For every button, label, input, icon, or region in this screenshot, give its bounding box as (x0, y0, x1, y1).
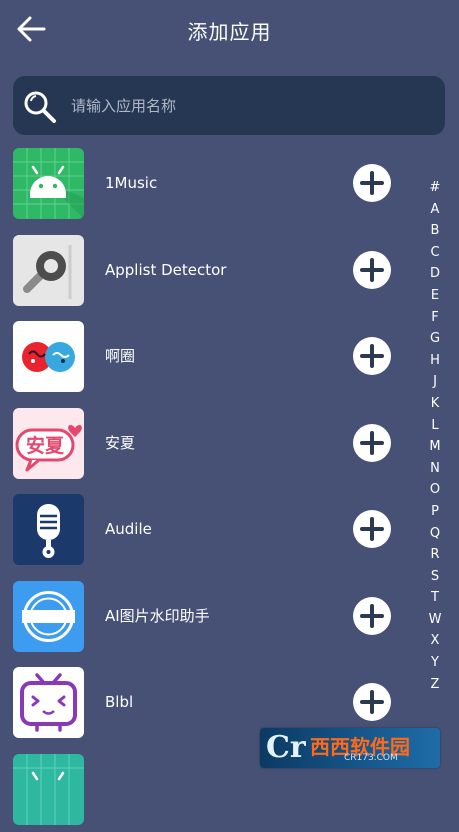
plus-icon (353, 337, 391, 375)
alphabet-index-letter[interactable]: Q (424, 523, 446, 545)
alphabet-index-letter[interactable]: Y (424, 652, 446, 674)
watermark-logo: Cr (266, 730, 306, 765)
app-name: 1Music (105, 140, 157, 226)
site-watermark-logo: Cr 西西软件园 CR173.COM (260, 728, 440, 768)
alphabet-index-letter[interactable]: J (424, 371, 446, 393)
list-item: Applist Detector (0, 227, 420, 314)
watermark-sub: CR173.COM (344, 753, 398, 763)
app-name: 安夏 (105, 400, 135, 486)
plus-icon (353, 251, 391, 289)
list-item: 1Music (0, 140, 420, 227)
alphabet-index[interactable]: #ABCDEFGHJKLMNOPQRSTWXYZ (424, 177, 446, 695)
alphabet-index-letter[interactable]: N (424, 458, 446, 480)
tv-face-icon (13, 667, 84, 738)
add-app-button[interactable] (353, 597, 391, 635)
android-icon (13, 148, 84, 219)
alphabet-index-letter[interactable]: D (424, 263, 446, 285)
alphabet-index-letter[interactable]: R (424, 544, 446, 566)
plus-icon (353, 424, 391, 462)
alphabet-index-letter[interactable]: G (424, 328, 446, 350)
alphabet-index-letter[interactable]: L (424, 415, 446, 437)
alphabet-index-letter[interactable]: A (424, 199, 446, 221)
alphabet-index-letter[interactable]: P (424, 501, 446, 523)
add-app-button[interactable] (353, 164, 391, 202)
app-name: Audile (105, 486, 152, 572)
alphabet-index-letter[interactable]: H (424, 350, 446, 372)
app-name: 啊圈 (105, 313, 135, 399)
app-name: Applist Detector (105, 227, 226, 313)
alphabet-index-letter[interactable]: M (424, 436, 446, 458)
plus-icon (353, 164, 391, 202)
android-icon (13, 754, 84, 825)
app-name: Blbl (105, 659, 133, 745)
alphabet-index-letter[interactable]: F (424, 307, 446, 329)
alphabet-index-letter[interactable]: C (424, 242, 446, 264)
plus-icon (353, 510, 391, 548)
app-name: AI图片水印助手 (105, 573, 210, 659)
add-app-button[interactable] (353, 337, 391, 375)
search-icon (23, 90, 57, 124)
search-input[interactable] (69, 88, 433, 124)
list-item: Audile (0, 486, 420, 573)
add-app-button[interactable] (353, 251, 391, 289)
watermark-badge-icon (13, 581, 84, 652)
alphabet-index-letter[interactable]: # (424, 177, 446, 199)
plus-icon (353, 683, 391, 721)
an-xia-app-icon: 安夏 (13, 408, 84, 479)
alphabet-index-letter[interactable]: S (424, 566, 446, 588)
add-app-button[interactable] (353, 683, 391, 721)
alphabet-index-letter[interactable]: B (424, 220, 446, 242)
alphabet-index-letter[interactable]: T (424, 587, 446, 609)
list-item: 啊圈 (0, 313, 420, 400)
add-app-button[interactable] (353, 424, 391, 462)
alphabet-index-letter[interactable]: E (424, 285, 446, 307)
magnifier-app-icon (13, 235, 84, 306)
alphabet-index-letter[interactable]: Z (424, 674, 446, 696)
header: 添加应用 (0, 0, 459, 62)
plus-icon (353, 597, 391, 635)
search-bar[interactable] (13, 76, 445, 135)
page-title: 添加应用 (0, 16, 459, 45)
alphabet-index-letter[interactable]: K (424, 393, 446, 415)
list-item: AI图片水印助手 (0, 573, 420, 660)
a-quan-app-icon (13, 321, 84, 392)
add-app-button[interactable] (353, 510, 391, 548)
alphabet-index-letter[interactable]: X (424, 630, 446, 652)
microphone-app-icon (13, 494, 84, 565)
svg-text:安夏: 安夏 (26, 434, 65, 457)
list-item: 安夏 安夏 (0, 400, 420, 487)
alphabet-index-letter[interactable]: W (424, 609, 446, 631)
alphabet-index-letter[interactable]: O (424, 479, 446, 501)
